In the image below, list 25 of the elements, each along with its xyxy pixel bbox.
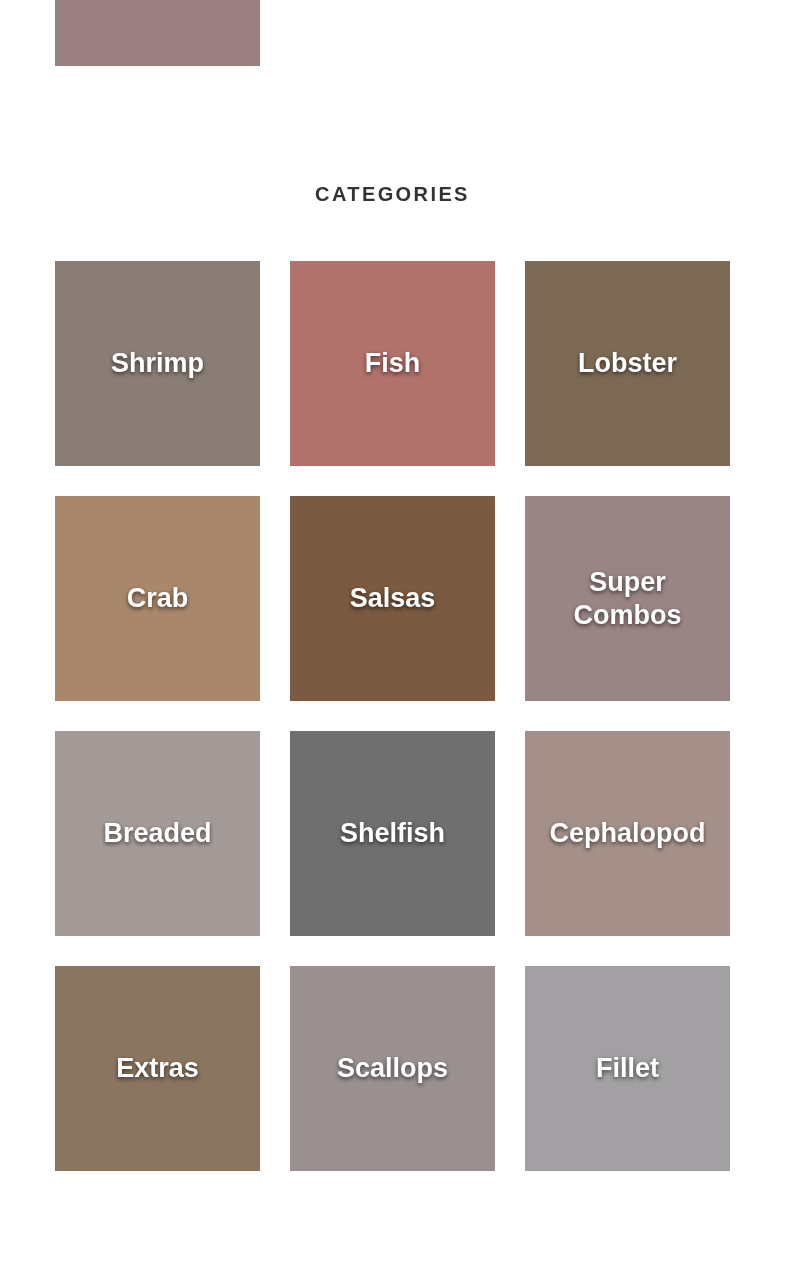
category-tile[interactable]: Breaded xyxy=(55,731,260,936)
category-label[interactable]: Crab xyxy=(118,582,197,615)
category-label[interactable]: Extras xyxy=(108,1052,207,1085)
category-label[interactable]: Shrimp xyxy=(103,347,212,380)
category-label[interactable]: Super Combos xyxy=(525,565,730,632)
category-label[interactable]: Fish xyxy=(356,347,429,380)
category-tile[interactable]: Shrimp xyxy=(55,261,260,466)
category-label[interactable]: Lobster xyxy=(570,347,685,380)
category-label[interactable]: Cephalopod xyxy=(541,817,714,850)
category-tile[interactable]: Fish xyxy=(290,261,495,466)
category-tile[interactable]: Shelfish xyxy=(290,731,495,936)
category-tile[interactable]: Cephalopod xyxy=(525,731,730,936)
category-label[interactable]: Fillet xyxy=(588,1052,667,1085)
category-tile[interactable]: Lobster xyxy=(525,261,730,466)
category-label[interactable]: Salsas xyxy=(341,582,444,615)
category-tile[interactable]: Fillet xyxy=(525,966,730,1171)
category-label[interactable]: Scallops xyxy=(328,1052,456,1085)
category-tile[interactable]: Extras xyxy=(55,966,260,1171)
category-label[interactable]: Breaded xyxy=(95,817,220,850)
category-tile[interactable]: Super Combos xyxy=(525,496,730,701)
section-heading: CATEGORIES xyxy=(314,184,471,204)
category-tile[interactable]: Scallops xyxy=(290,966,495,1171)
category-label[interactable]: Shelfish xyxy=(332,817,453,850)
category-tile[interactable]: Crab xyxy=(55,496,260,701)
category-tile[interactable]: Salsas xyxy=(290,496,495,701)
